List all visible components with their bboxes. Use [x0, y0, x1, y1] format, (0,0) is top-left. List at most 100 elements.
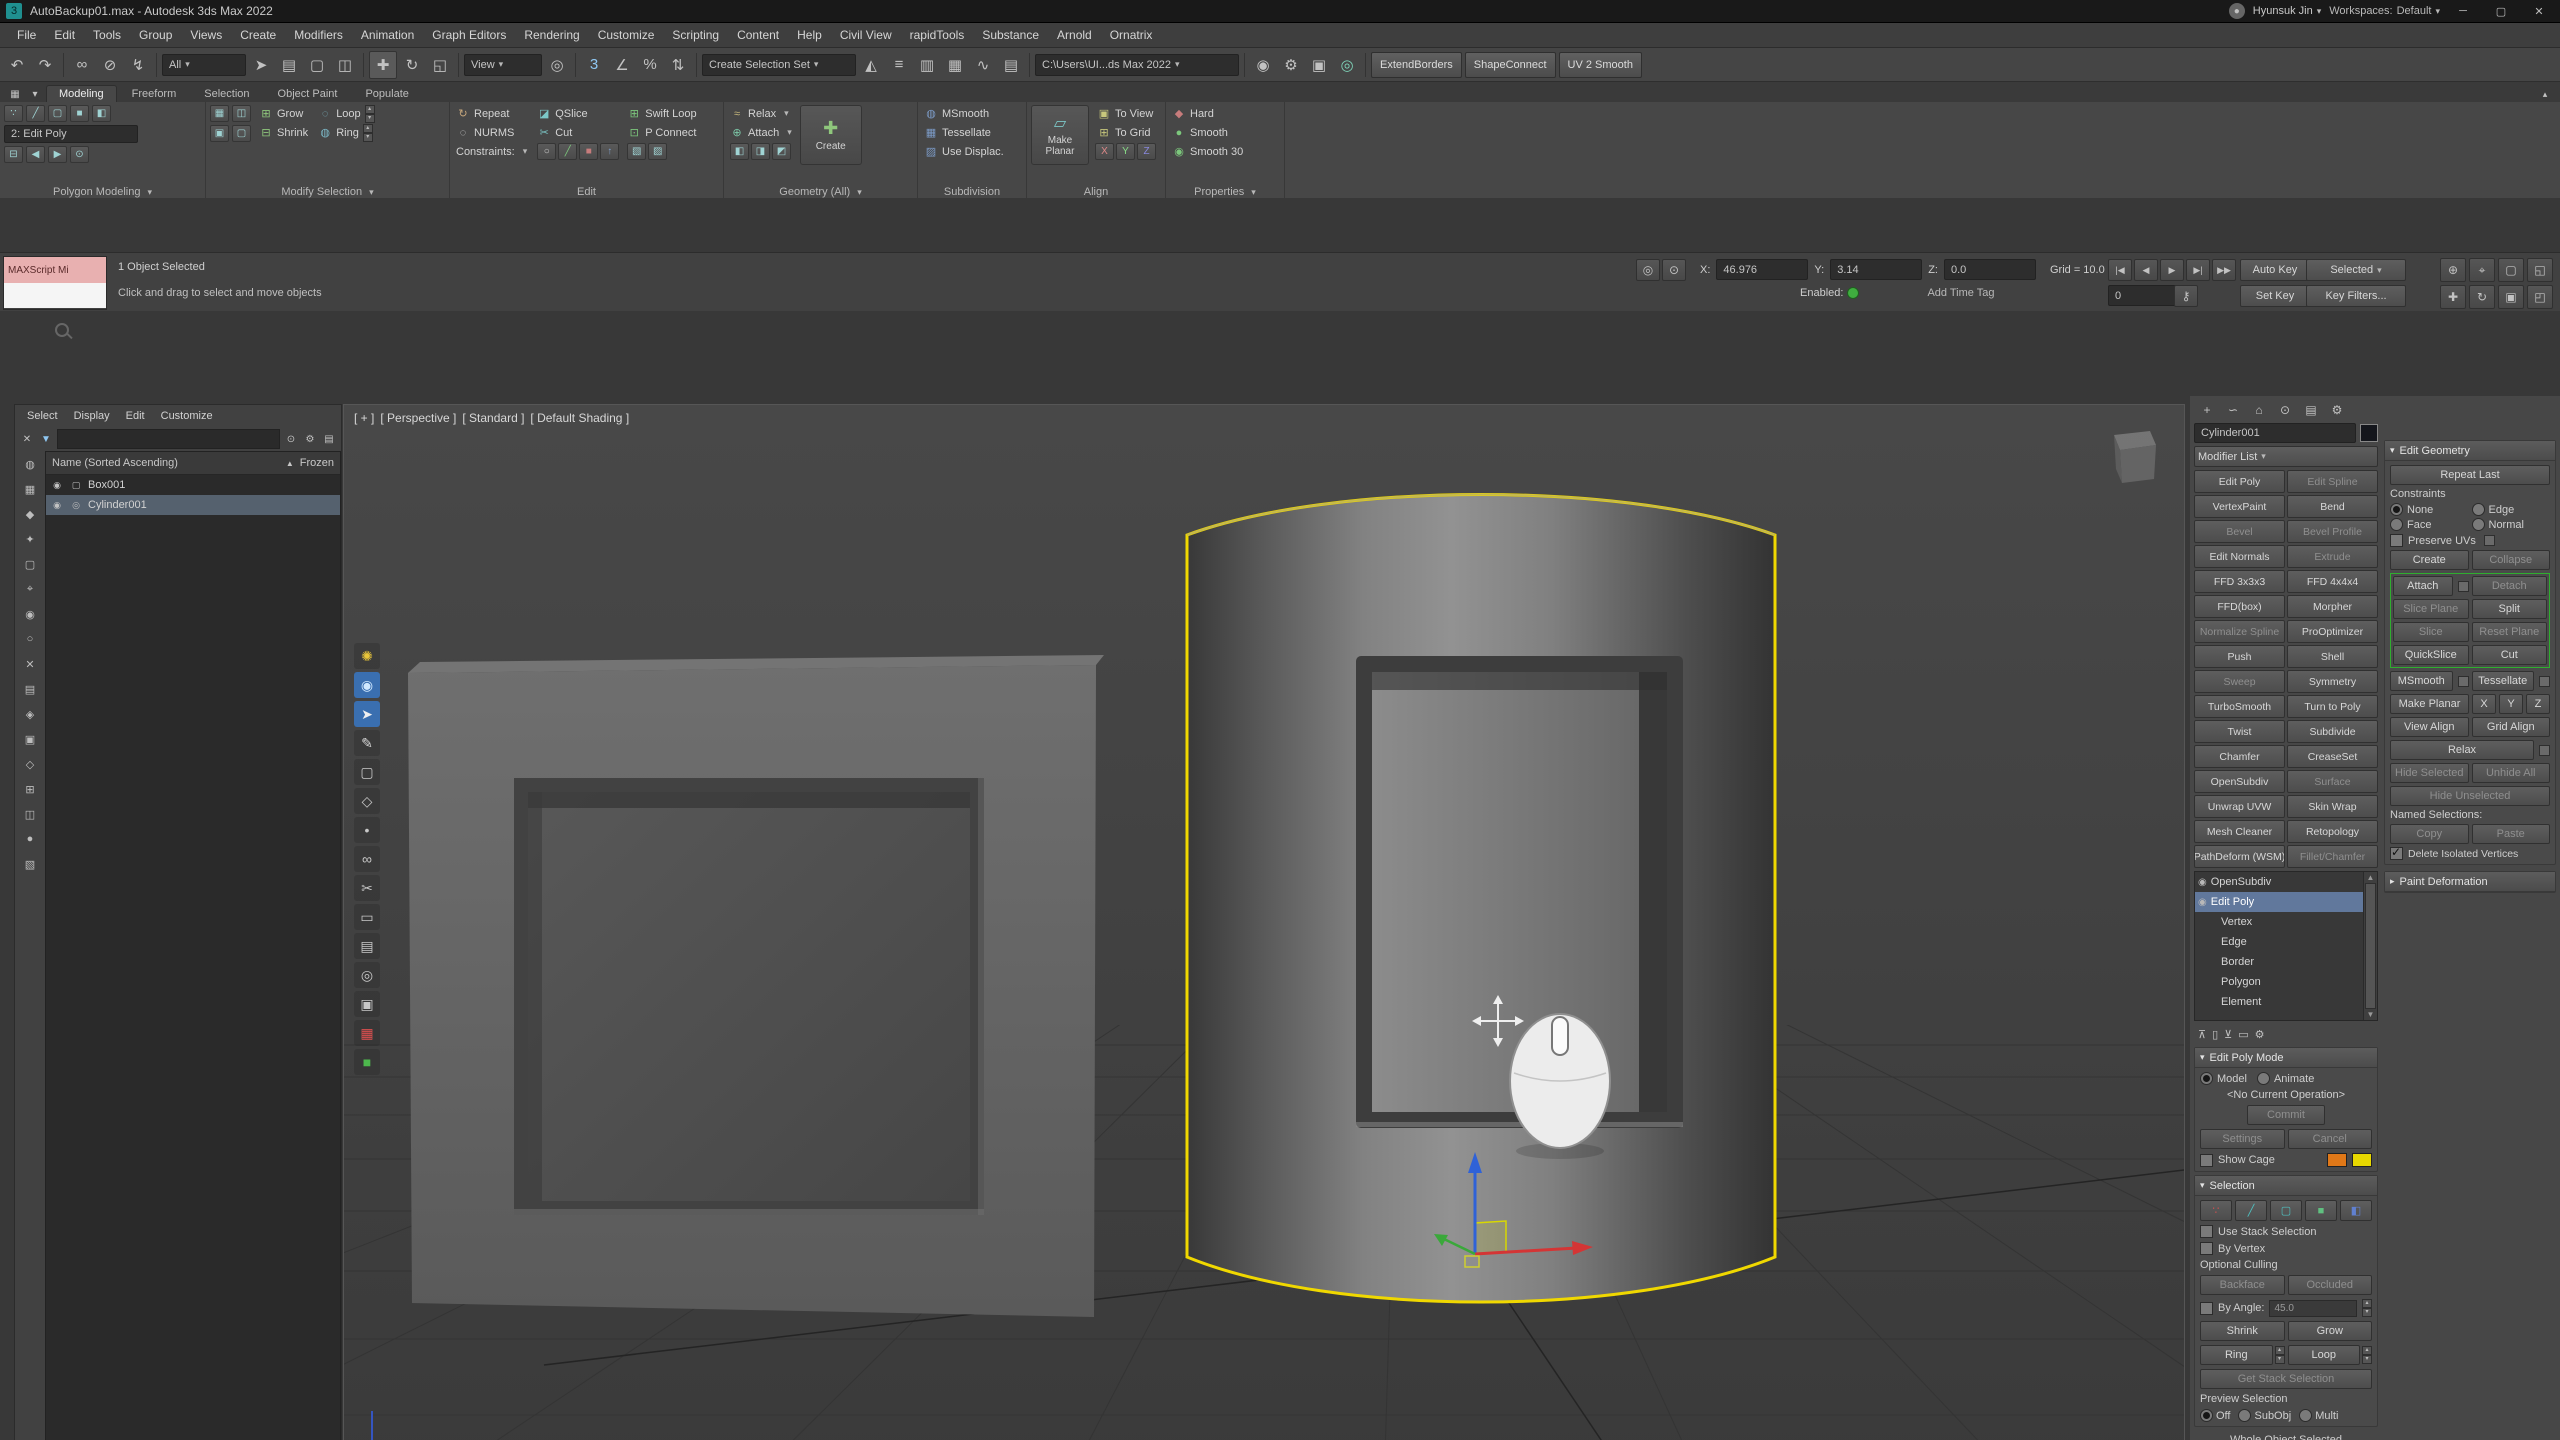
- menu-item[interactable]: Customize: [589, 23, 664, 47]
- use-center-icon[interactable]: ◎: [544, 52, 570, 78]
- current-frame-field[interactable]: 0: [2108, 285, 2182, 306]
- isolate-selection-icon[interactable]: ◎: [1636, 259, 1660, 281]
- constraint-normal-icon[interactable]: ↑: [600, 143, 619, 160]
- dope-sheet-icon[interactable]: ▤: [998, 52, 1024, 78]
- smooth-button[interactable]: ●Smooth: [1170, 124, 1230, 141]
- modifier-button[interactable]: Retopology: [2287, 820, 2378, 843]
- modifier-button[interactable]: Edit Spline: [2287, 470, 2378, 493]
- viewport-menu-shading[interactable]: [ Default Shading ]: [530, 411, 629, 425]
- show-end-result-icon[interactable]: ▯: [2212, 1028, 2218, 1041]
- modifier-button[interactable]: Surface: [2287, 770, 2378, 793]
- lock-icon[interactable]: ⊙: [283, 434, 299, 445]
- select-object-icon[interactable]: ➤: [248, 52, 274, 78]
- loop-button[interactable]: ◌Loop ▴▾: [316, 105, 376, 122]
- menu-item[interactable]: rapidTools: [901, 23, 974, 47]
- modifier-button[interactable]: Skin Wrap: [2287, 795, 2378, 818]
- viewport-tool-icon[interactable]: ▦: [354, 1020, 380, 1046]
- by-angle-checkbox[interactable]: [2200, 1302, 2213, 1315]
- project-folder-field[interactable]: C:\Users\UI...ds Max 2022: [1035, 54, 1239, 76]
- window-crossing-icon[interactable]: ◫: [332, 52, 358, 78]
- modifier-button[interactable]: VertexPaint: [2194, 495, 2285, 518]
- use-stack-selection-checkbox[interactable]: [2200, 1225, 2213, 1238]
- remove-modifier-icon[interactable]: ▭: [2238, 1028, 2248, 1041]
- display-toggle-icon[interactable]: ✦: [20, 530, 40, 548]
- modifier-button[interactable]: Normalize Spline: [2194, 620, 2285, 643]
- explorer-menu-item[interactable]: Edit: [118, 410, 153, 422]
- border-mode-icon[interactable]: ▢: [48, 105, 67, 122]
- ribbon-tab[interactable]: Selection: [191, 85, 262, 102]
- enabled-toggle[interactable]: Enabled:: [1800, 287, 1859, 299]
- grid-align-button[interactable]: Grid Align: [2472, 717, 2551, 737]
- make-planar-button[interactable]: Make Planar: [2390, 694, 2469, 714]
- loop-spinner[interactable]: ▴▾: [2362, 1346, 2372, 1364]
- reset-plane-button[interactable]: Reset Plane: [2472, 622, 2548, 642]
- edge-mode-icon[interactable]: ╱: [26, 105, 45, 122]
- show-cage-checkbox[interactable]: [2200, 1154, 2213, 1167]
- layers-icon[interactable]: ▥: [914, 52, 940, 78]
- loop-button[interactable]: Loop: [2288, 1345, 2361, 1365]
- z-coordinate-field[interactable]: 0.0: [1944, 259, 2036, 280]
- element-mode-icon[interactable]: ◧: [92, 105, 111, 122]
- make-planar-button[interactable]: ▱ Make Planar: [1031, 105, 1089, 165]
- modifier-button[interactable]: Morpher: [2287, 595, 2378, 618]
- select-similar-icon[interactable]: ▣: [210, 125, 229, 142]
- geometry-extra-icon-1[interactable]: ◧: [730, 143, 749, 160]
- viewport-menu-standard[interactable]: [ Standard ]: [462, 411, 524, 425]
- constraint-face-icon[interactable]: ■: [579, 143, 598, 160]
- geometry-extra-icon-2[interactable]: ◨: [751, 143, 770, 160]
- modifier-button[interactable]: Symmetry: [2287, 670, 2378, 693]
- modifier-button[interactable]: Subdivide: [2287, 720, 2378, 743]
- planar-y-button[interactable]: Y: [2499, 694, 2523, 714]
- stack-item[interactable]: ◉ Element: [2195, 992, 2363, 1012]
- unhide-all-button[interactable]: Unhide All: [2472, 763, 2551, 783]
- paste-button[interactable]: Paste: [2472, 824, 2551, 844]
- nurms-button[interactable]: ◌NURMS: [454, 124, 529, 141]
- geometry-extra-icon-3[interactable]: ◩: [772, 143, 791, 160]
- split-button[interactable]: Split: [2472, 599, 2548, 619]
- menu-item[interactable]: Views: [181, 23, 231, 47]
- ribbon-minimize-icon[interactable]: ▴: [2536, 86, 2554, 102]
- menu-item[interactable]: Arnold: [1048, 23, 1101, 47]
- script-button[interactable]: ExtendBorders: [1371, 52, 1462, 78]
- explorer-menu-item[interactable]: Customize: [153, 410, 221, 422]
- by-vertex-checkbox[interactable]: [2200, 1242, 2213, 1255]
- user-menu[interactable]: Hyunsuk Jin: [2253, 5, 2321, 17]
- modifier-button[interactable]: Edit Poly: [2194, 470, 2285, 493]
- visibility-eye-icon[interactable]: ◉: [2198, 897, 2207, 908]
- swift-loop-button[interactable]: ⊞Swift Loop: [625, 105, 698, 122]
- viewport-nav-button[interactable]: ◰: [2527, 285, 2553, 309]
- explorer-column-header[interactable]: Name (Sorted Ascending) ▲ Frozen: [46, 452, 340, 475]
- use-displacement-button[interactable]: ▨Use Displac.: [922, 143, 1006, 160]
- ribbon-toggle-icon[interactable]: ▦: [942, 52, 968, 78]
- perspective-viewport[interactable]: [ + ] [ Perspective ] [ Standard ] [ Def…: [343, 404, 2185, 1440]
- viewport-nav-button[interactable]: ✚: [2440, 285, 2466, 309]
- viewport-nav-button[interactable]: ⌖: [2469, 258, 2495, 282]
- preserve-uvs-checkbox[interactable]: [2390, 534, 2403, 547]
- viewport-nav-button[interactable]: ▣: [2498, 285, 2524, 309]
- visibility-icon[interactable]: ◉: [50, 500, 64, 511]
- command-panel-tab-icon[interactable]: ⊙: [2276, 401, 2294, 419]
- visibility-eye-icon[interactable]: ◉: [2198, 877, 2207, 888]
- ribbon-tab[interactable]: Modeling: [46, 85, 117, 102]
- display-toggle-icon[interactable]: ▦: [20, 480, 40, 498]
- planar-x-button[interactable]: X: [2472, 694, 2496, 714]
- polygon-mode-icon[interactable]: ■: [70, 105, 89, 122]
- angle-snap-icon[interactable]: ∠: [609, 52, 635, 78]
- subobject-mode-button[interactable]: ◧: [2340, 1200, 2372, 1221]
- current-edit-mode[interactable]: 2: Edit Poly: [4, 125, 138, 143]
- undo-icon[interactable]: ↶: [4, 52, 30, 78]
- clear-search-icon[interactable]: ✕: [19, 434, 35, 445]
- modifier-button[interactable]: OpenSubdiv: [2194, 770, 2285, 793]
- cage-selected-color-swatch[interactable]: [2352, 1153, 2372, 1167]
- modifier-button[interactable]: Turn to Poly: [2287, 695, 2378, 718]
- explorer-menu-item[interactable]: Select: [19, 410, 66, 422]
- slice-button[interactable]: Slice: [2393, 622, 2469, 642]
- menu-item[interactable]: Ornatrix: [1101, 23, 1162, 47]
- command-panel-tab-icon[interactable]: +: [2198, 401, 2216, 419]
- modifier-button[interactable]: Shell: [2287, 645, 2378, 668]
- attach-button[interactable]: ⊕Attach: [728, 124, 794, 141]
- delete-isolated-vertices-checkbox[interactable]: [2390, 847, 2403, 860]
- quickslice-button[interactable]: QuickSlice: [2393, 645, 2469, 665]
- attach-list-icon[interactable]: [2458, 581, 2469, 592]
- modifier-button[interactable]: Mesh Cleaner: [2194, 820, 2285, 843]
